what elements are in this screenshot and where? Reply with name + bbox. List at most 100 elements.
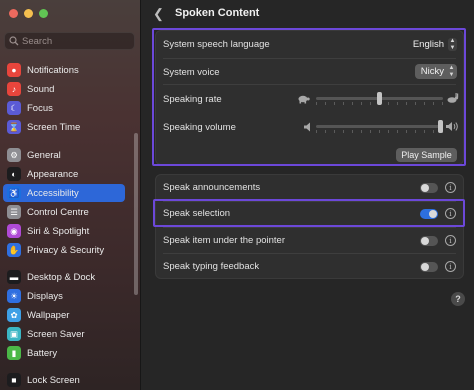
toggle-knob	[429, 210, 437, 219]
row-speak-typing-feedback: Speak typing feedback i	[156, 254, 463, 280]
speaking-rate-slider[interactable]	[316, 92, 443, 105]
slider-tick	[406, 130, 407, 133]
slider-tick	[361, 102, 362, 105]
sidebar-item-control-centre[interactable]: ☰ Control Centre	[3, 203, 125, 221]
sidebar-item-label: Screen Saver	[27, 328, 85, 340]
sidebar-item-label: Lock Screen	[27, 374, 80, 386]
slider-tick	[433, 102, 434, 105]
sidebar-item-label: Wallpaper	[27, 309, 70, 321]
slider-thumb[interactable]	[438, 120, 443, 133]
slider-tick	[325, 130, 326, 133]
sidebar-item-label: General	[27, 149, 61, 161]
speech-language-label: System speech language	[163, 39, 270, 50]
main-pane: ❮ Spoken Content System speech language …	[142, 0, 474, 390]
minimize-window-button[interactable]	[24, 9, 33, 18]
system-voice-value: Nicky	[420, 66, 444, 77]
sidebar-item-label: Accessibility	[27, 187, 79, 199]
toggle-switch[interactable]	[420, 261, 438, 272]
system-voice-label: System voice	[163, 67, 220, 78]
chevron-updown-icon: ▲ ▼	[448, 65, 455, 78]
bell-icon: ●	[7, 63, 21, 77]
search-icon	[9, 36, 19, 46]
zoom-window-button[interactable]	[39, 9, 48, 18]
sidebar-item-label: Appearance	[27, 168, 79, 180]
speaker-high-icon	[446, 122, 458, 131]
slider-tick	[388, 102, 389, 105]
slider-thumb[interactable]	[377, 92, 382, 105]
sidebar-item-label: Notifications	[27, 64, 79, 76]
page-title: Spoken Content	[175, 7, 260, 19]
search-input[interactable]	[22, 34, 130, 48]
sidebar-item-privacy-security[interactable]: ✋ Privacy & Security	[3, 241, 125, 259]
system-voice-popup[interactable]: Nicky ▲ ▼	[414, 64, 457, 79]
flower-icon: ✿	[7, 308, 21, 322]
sidebar-item-label: Battery	[27, 347, 58, 359]
slider-tick	[343, 130, 344, 133]
search-field[interactable]	[4, 32, 135, 50]
sidebar-item-focus[interactable]: ☾ Focus	[3, 99, 125, 117]
sidebar-item-wallpaper[interactable]: ✿ Wallpaper	[3, 306, 125, 324]
info-icon[interactable]: i	[445, 234, 456, 246]
row-speak-selection: Speak selection i	[156, 201, 463, 227]
sidebar-item-screen-saver[interactable]: ▣ Screen Saver	[3, 325, 125, 343]
slider-tick	[442, 102, 443, 105]
sidebar-item-screen-time[interactable]: ⌛ Screen Time	[3, 118, 125, 136]
sidebar-item-notifications[interactable]: ● Notifications	[3, 61, 125, 79]
slider-tick	[361, 130, 362, 133]
speaker-low-icon	[304, 122, 310, 132]
accessibility-icon: ♿	[7, 186, 21, 200]
dock-icon: ▬	[7, 270, 21, 284]
info-icon[interactable]: i	[445, 260, 456, 272]
sidebar-item-desktop-dock[interactable]: ▬ Desktop & Dock	[3, 268, 125, 286]
slider-tick	[406, 102, 407, 105]
sidebar-item-lock-screen[interactable]: ■ Lock Screen	[3, 371, 125, 389]
sidebar-scrollbar[interactable]	[134, 133, 138, 295]
slider-tick	[334, 130, 335, 133]
toggle-label: Speak selection	[163, 208, 231, 220]
slider-tick	[316, 102, 317, 105]
speaking-rate-label: Speaking rate	[163, 94, 222, 105]
sidebar-item-label: Control Centre	[27, 206, 89, 218]
sidebar-item-label: Displays	[27, 290, 63, 302]
sidebar-item-label: Privacy & Security	[27, 244, 105, 256]
toggle-label: Speak item under the pointer	[163, 234, 285, 246]
speech-language-popup[interactable]: English ▲ ▼	[413, 37, 457, 52]
sidebar-item-label: Screen Time	[27, 121, 81, 133]
lock-icon: ■	[7, 373, 21, 387]
sidebar-item-label: Desktop & Dock	[27, 271, 96, 283]
sidebar-item-siri-spotlight[interactable]: ◉ Siri & Spotlight	[3, 222, 125, 240]
row-system-voice: System voice Nicky ▲ ▼	[156, 59, 463, 85]
toggle-switch[interactable]	[420, 209, 438, 220]
slider-tick	[352, 130, 353, 133]
sidebar-item-accessibility[interactable]: ♿ Accessibility	[3, 184, 125, 202]
sidebar-item-sound[interactable]: ♪ Sound	[3, 80, 125, 98]
back-chevron-icon[interactable]: ❮	[153, 6, 164, 22]
sun-icon: ☀	[7, 289, 21, 303]
row-speaking-volume: Speaking volume	[156, 113, 463, 141]
sidebar-item-label: Focus	[27, 102, 53, 114]
speaking-volume-label: Speaking volume	[163, 122, 236, 133]
toggle-knob	[421, 184, 429, 192]
moon-icon: ☾	[7, 101, 21, 115]
toggle-switch[interactable]	[420, 183, 438, 193]
sidebar-item-appearance[interactable]: ◐ Appearance	[3, 165, 125, 183]
toggle-switch[interactable]	[420, 235, 438, 246]
slider-tick	[325, 102, 326, 105]
play-sample-button[interactable]: Play Sample	[396, 148, 457, 162]
hourglass-icon: ⌛	[7, 120, 21, 134]
sidebar-item-displays[interactable]: ☀ Displays	[3, 287, 125, 305]
sidebar-item-general[interactable]: ⚙ General	[3, 146, 125, 164]
slider-tick	[415, 130, 416, 133]
sidebar-item-battery[interactable]: ▮ Battery	[3, 344, 125, 362]
speaking-volume-slider[interactable]	[316, 120, 443, 133]
info-icon[interactable]: i	[445, 208, 456, 220]
speech-language-value: English	[412, 39, 444, 50]
appearance-icon: ◐	[7, 167, 21, 181]
info-icon[interactable]: i	[445, 182, 456, 193]
close-window-button[interactable]	[9, 9, 18, 18]
row-speaking-rate: Speaking rate	[156, 85, 463, 113]
toggle-knob	[421, 262, 429, 271]
slider-tick	[334, 102, 335, 105]
chevron-updown-icon: ▲ ▼	[448, 38, 457, 51]
help-button[interactable]: ?	[451, 292, 465, 306]
